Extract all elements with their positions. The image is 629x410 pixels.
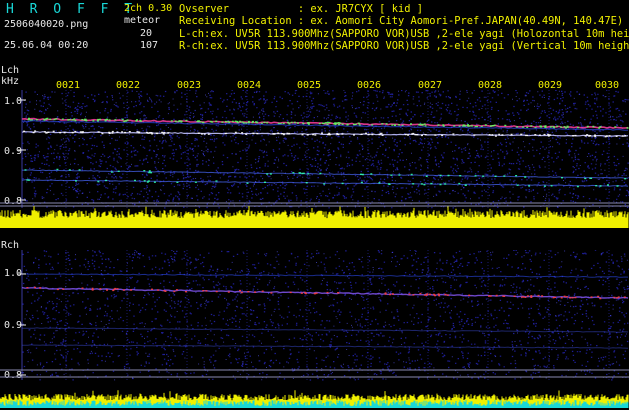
lch-label: Lch: [1, 65, 20, 76]
lch-spectrogram: [0, 90, 629, 228]
lch-receiver-info: L-ch:ex. UV5R 113.900Mhz(SAPPORO VOR)USB…: [179, 28, 629, 40]
mode-label: meteor: [124, 15, 161, 26]
lch-unit: kHz: [1, 76, 20, 87]
app-logo: H R O F F T: [6, 2, 137, 17]
rch-spectrogram: [0, 250, 629, 408]
location-info: Receiving Location : ex. Aomori City Aom…: [179, 15, 624, 27]
observer-info: Ovserver : ex. JR7CYX [ kid ]: [179, 3, 423, 15]
channel-setting: 2ch 0.30: [124, 3, 173, 14]
capture-datetime: 25.06.04 00:20: [4, 40, 89, 51]
rch-receiver-info: R-ch:ex. UV5R 113.900Mhz(SAPPORO VOR)USB…: [179, 40, 629, 52]
rch-meteor-count: 107: [140, 40, 159, 51]
lch-meteor-count: 20: [140, 28, 153, 39]
file-name: 2506040020.png: [4, 19, 89, 30]
